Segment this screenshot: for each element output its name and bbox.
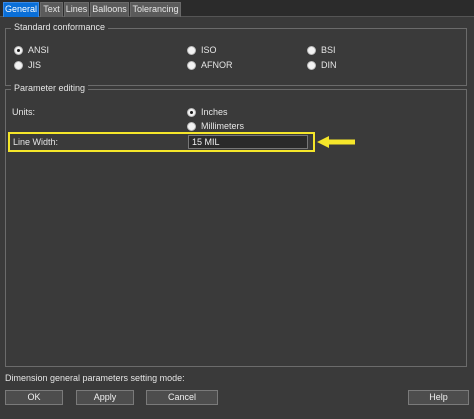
general-panel: Standard conformance ANSI ISO BSI JIS AF… [5, 18, 469, 370]
radio-din-indicator[interactable] [307, 61, 316, 70]
radio-iso-indicator[interactable] [187, 46, 196, 55]
radio-ansi[interactable]: ANSI [14, 45, 49, 56]
radio-jis-label: JIS [28, 60, 42, 70]
tab-lines[interactable]: Lines [64, 2, 89, 17]
radio-bsi-label: BSI [321, 45, 336, 55]
radio-din[interactable]: DIN [307, 60, 337, 71]
help-button[interactable]: Help [408, 390, 469, 405]
radio-iso-label: ISO [201, 45, 217, 55]
radio-millimeters[interactable]: Millimeters [187, 121, 244, 132]
radio-iso[interactable]: ISO [187, 45, 217, 56]
tab-text[interactable]: Text [40, 2, 63, 17]
tab-general[interactable]: General [3, 2, 39, 17]
radio-ansi-indicator[interactable] [14, 46, 23, 55]
radio-afnor-indicator[interactable] [187, 61, 196, 70]
radio-afnor[interactable]: AFNOR [187, 60, 233, 71]
ok-button[interactable]: OK [5, 390, 63, 405]
radio-jis-indicator[interactable] [14, 61, 23, 70]
radio-bsi[interactable]: BSI [307, 45, 336, 56]
arrow-left-icon [317, 136, 355, 148]
tab-balloons[interactable]: Balloons [90, 2, 129, 17]
tab-bar: General Text Lines Balloons Tolerancing [0, 0, 474, 17]
radio-bsi-indicator[interactable] [307, 46, 316, 55]
tab-tolerancing[interactable]: Tolerancing [130, 2, 181, 17]
status-text: Dimension general parameters setting mod… [5, 373, 185, 383]
parameter-editing-title: Parameter editing [11, 83, 89, 94]
units-label: Units: [12, 107, 36, 117]
highlight-box [8, 132, 315, 152]
radio-ansi-label: ANSI [28, 45, 50, 55]
radio-inches[interactable]: Inches [187, 107, 228, 118]
standard-conformance-group [5, 28, 467, 86]
radio-inches-indicator[interactable] [187, 108, 196, 117]
cancel-button[interactable]: Cancel [146, 390, 218, 405]
radio-afnor-label: AFNOR [201, 60, 233, 70]
radio-din-label: DIN [321, 60, 337, 70]
apply-button[interactable]: Apply [76, 390, 134, 405]
radio-millimeters-label: Millimeters [201, 121, 245, 131]
radio-jis[interactable]: JIS [14, 60, 41, 71]
standard-conformance-title: Standard conformance [11, 22, 109, 33]
radio-inches-label: Inches [201, 107, 228, 117]
radio-millimeters-indicator[interactable] [187, 122, 196, 131]
